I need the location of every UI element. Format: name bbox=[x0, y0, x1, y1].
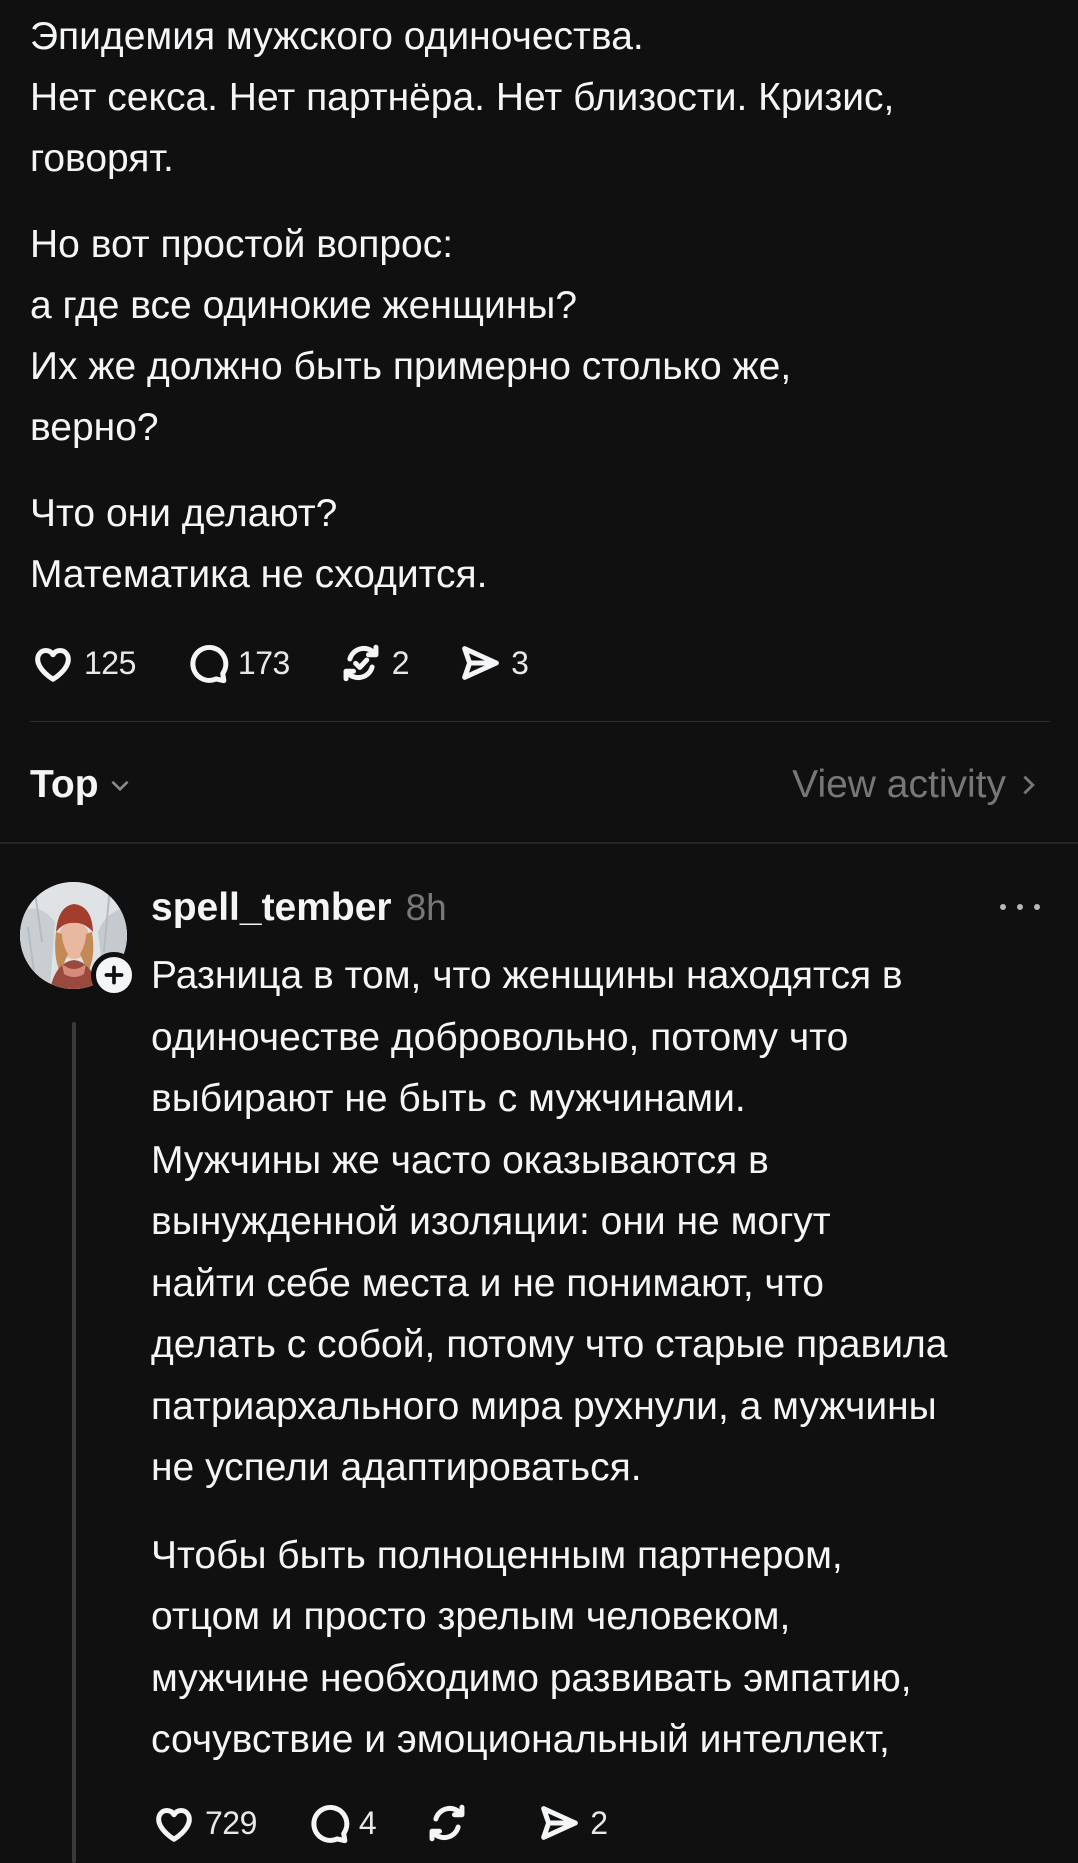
reply-paragraph: Разница в том, что женщины находятся в о… bbox=[151, 945, 1061, 1499]
reply-repost-button[interactable] bbox=[424, 1800, 478, 1846]
text-line: делать с собой, потому что старые правил… bbox=[151, 1323, 948, 1366]
text-line: Нет секса. Нет партнёра. Нет близости. К… bbox=[30, 76, 895, 119]
post-comment-button[interactable]: 173 bbox=[184, 640, 290, 686]
heart-icon bbox=[35, 648, 71, 682]
timestamp: 8h bbox=[405, 887, 447, 928]
text-line: Мужчины же часто оказываются в bbox=[151, 1138, 769, 1182]
view-activity-link[interactable]: View activity bbox=[792, 763, 1040, 807]
repost-icon bbox=[343, 644, 379, 682]
text-line: патриархального мира рухнули, а мужчины bbox=[151, 1384, 937, 1428]
reply-header: spell_tember 8h bbox=[151, 878, 447, 938]
post-comment-count: 173 bbox=[237, 644, 290, 681]
post-repost-count: 2 bbox=[391, 644, 410, 681]
reply-share-button[interactable]: 2 bbox=[536, 1800, 608, 1846]
reply-action-bar: 729 4 2 bbox=[151, 1800, 655, 1846]
text-line: одиночестве добровольно, потому что bbox=[151, 1015, 849, 1059]
post-paragraph: Эпидемия мужского одиночества. Нет секса… bbox=[30, 6, 1050, 189]
reply-like-count: 729 bbox=[205, 1804, 257, 1841]
text-line: мужчине необходимо развивать эмпатию, bbox=[151, 1656, 912, 1700]
text-line: Что они делают? bbox=[30, 492, 338, 535]
reply-text: Разница в том, что женщины находятся в о… bbox=[151, 945, 1061, 1797]
username[interactable]: spell_tember bbox=[151, 886, 392, 930]
paper-plane-icon bbox=[541, 1806, 578, 1840]
dot bbox=[1017, 904, 1023, 910]
post-action-bar: 125 173 2 3 bbox=[30, 640, 576, 686]
text-line: Эпидемия мужского одиночества. bbox=[30, 15, 644, 58]
speech-bubble-icon bbox=[311, 1804, 350, 1844]
text-line: найти себе места и не понимают, что bbox=[151, 1261, 824, 1305]
post-text: Эпидемия мужского одиночества. Нет секса… bbox=[30, 6, 1050, 630]
repost-icon bbox=[429, 1804, 465, 1842]
post-paragraph: Что они делают? Математика не сходится. bbox=[30, 483, 1050, 605]
post-like-count: 125 bbox=[84, 644, 136, 681]
sort-label: Top bbox=[30, 763, 99, 806]
text-line: Чтобы быть полноценным партнером, bbox=[151, 1533, 843, 1577]
replies-header: Top View activity bbox=[30, 755, 1040, 815]
text-line: а где все одинокие женщины? bbox=[30, 284, 578, 327]
text-line: сочувствие и эмоциональный интеллект, bbox=[151, 1718, 890, 1761]
text-line: Математика не сходится. bbox=[30, 553, 488, 596]
text-line: Их же должно быть примерно столько же, bbox=[30, 345, 792, 388]
reply-paragraph: Чтобы быть полноценным партнером, отцом … bbox=[151, 1525, 1061, 1771]
paper-plane-icon bbox=[462, 646, 499, 680]
sort-dropdown[interactable]: Top bbox=[30, 763, 133, 807]
reply-like-button[interactable]: 729 bbox=[151, 1800, 257, 1846]
text-line: вынужденной изоляции: они не могут bbox=[151, 1200, 831, 1243]
section-divider bbox=[0, 842, 1078, 844]
chevron-down-icon bbox=[111, 780, 129, 792]
reply-share-count: 2 bbox=[590, 1804, 608, 1841]
dot bbox=[1034, 904, 1040, 910]
heart-icon bbox=[156, 1808, 192, 1842]
reply-comment-count: 4 bbox=[358, 1804, 377, 1841]
text-line: говорят. bbox=[30, 137, 174, 180]
text-line: отцом и просто зрелым человеком, bbox=[151, 1595, 791, 1638]
post-like-button[interactable]: 125 bbox=[30, 640, 136, 686]
text-line: верно? bbox=[30, 406, 159, 449]
chevron-right-icon bbox=[1023, 775, 1035, 795]
text-line: не успели адаптироваться. bbox=[151, 1446, 642, 1489]
thread-line bbox=[72, 1022, 76, 1863]
plus-icon bbox=[104, 965, 124, 985]
post-share-count: 3 bbox=[511, 644, 529, 681]
speech-bubble-icon bbox=[190, 644, 229, 684]
text-line: Но вот простой вопрос: bbox=[30, 223, 454, 266]
dot bbox=[1000, 904, 1006, 910]
text-line: Разница в том, что женщины находятся в bbox=[151, 954, 903, 997]
follow-button[interactable] bbox=[91, 952, 137, 998]
post-share-button[interactable]: 3 bbox=[457, 640, 529, 686]
post-repost-button[interactable]: 2 bbox=[338, 640, 410, 686]
reply-comment-button[interactable]: 4 bbox=[305, 1800, 377, 1846]
post-paragraph: Но вот простой вопрос: а где все одиноки… bbox=[30, 214, 1050, 458]
more-options-icon[interactable] bbox=[1000, 895, 1040, 919]
view-activity-label: View activity bbox=[792, 763, 1006, 806]
text-line: выбирают не быть с мужчинами. bbox=[151, 1077, 746, 1120]
divider bbox=[30, 721, 1050, 722]
